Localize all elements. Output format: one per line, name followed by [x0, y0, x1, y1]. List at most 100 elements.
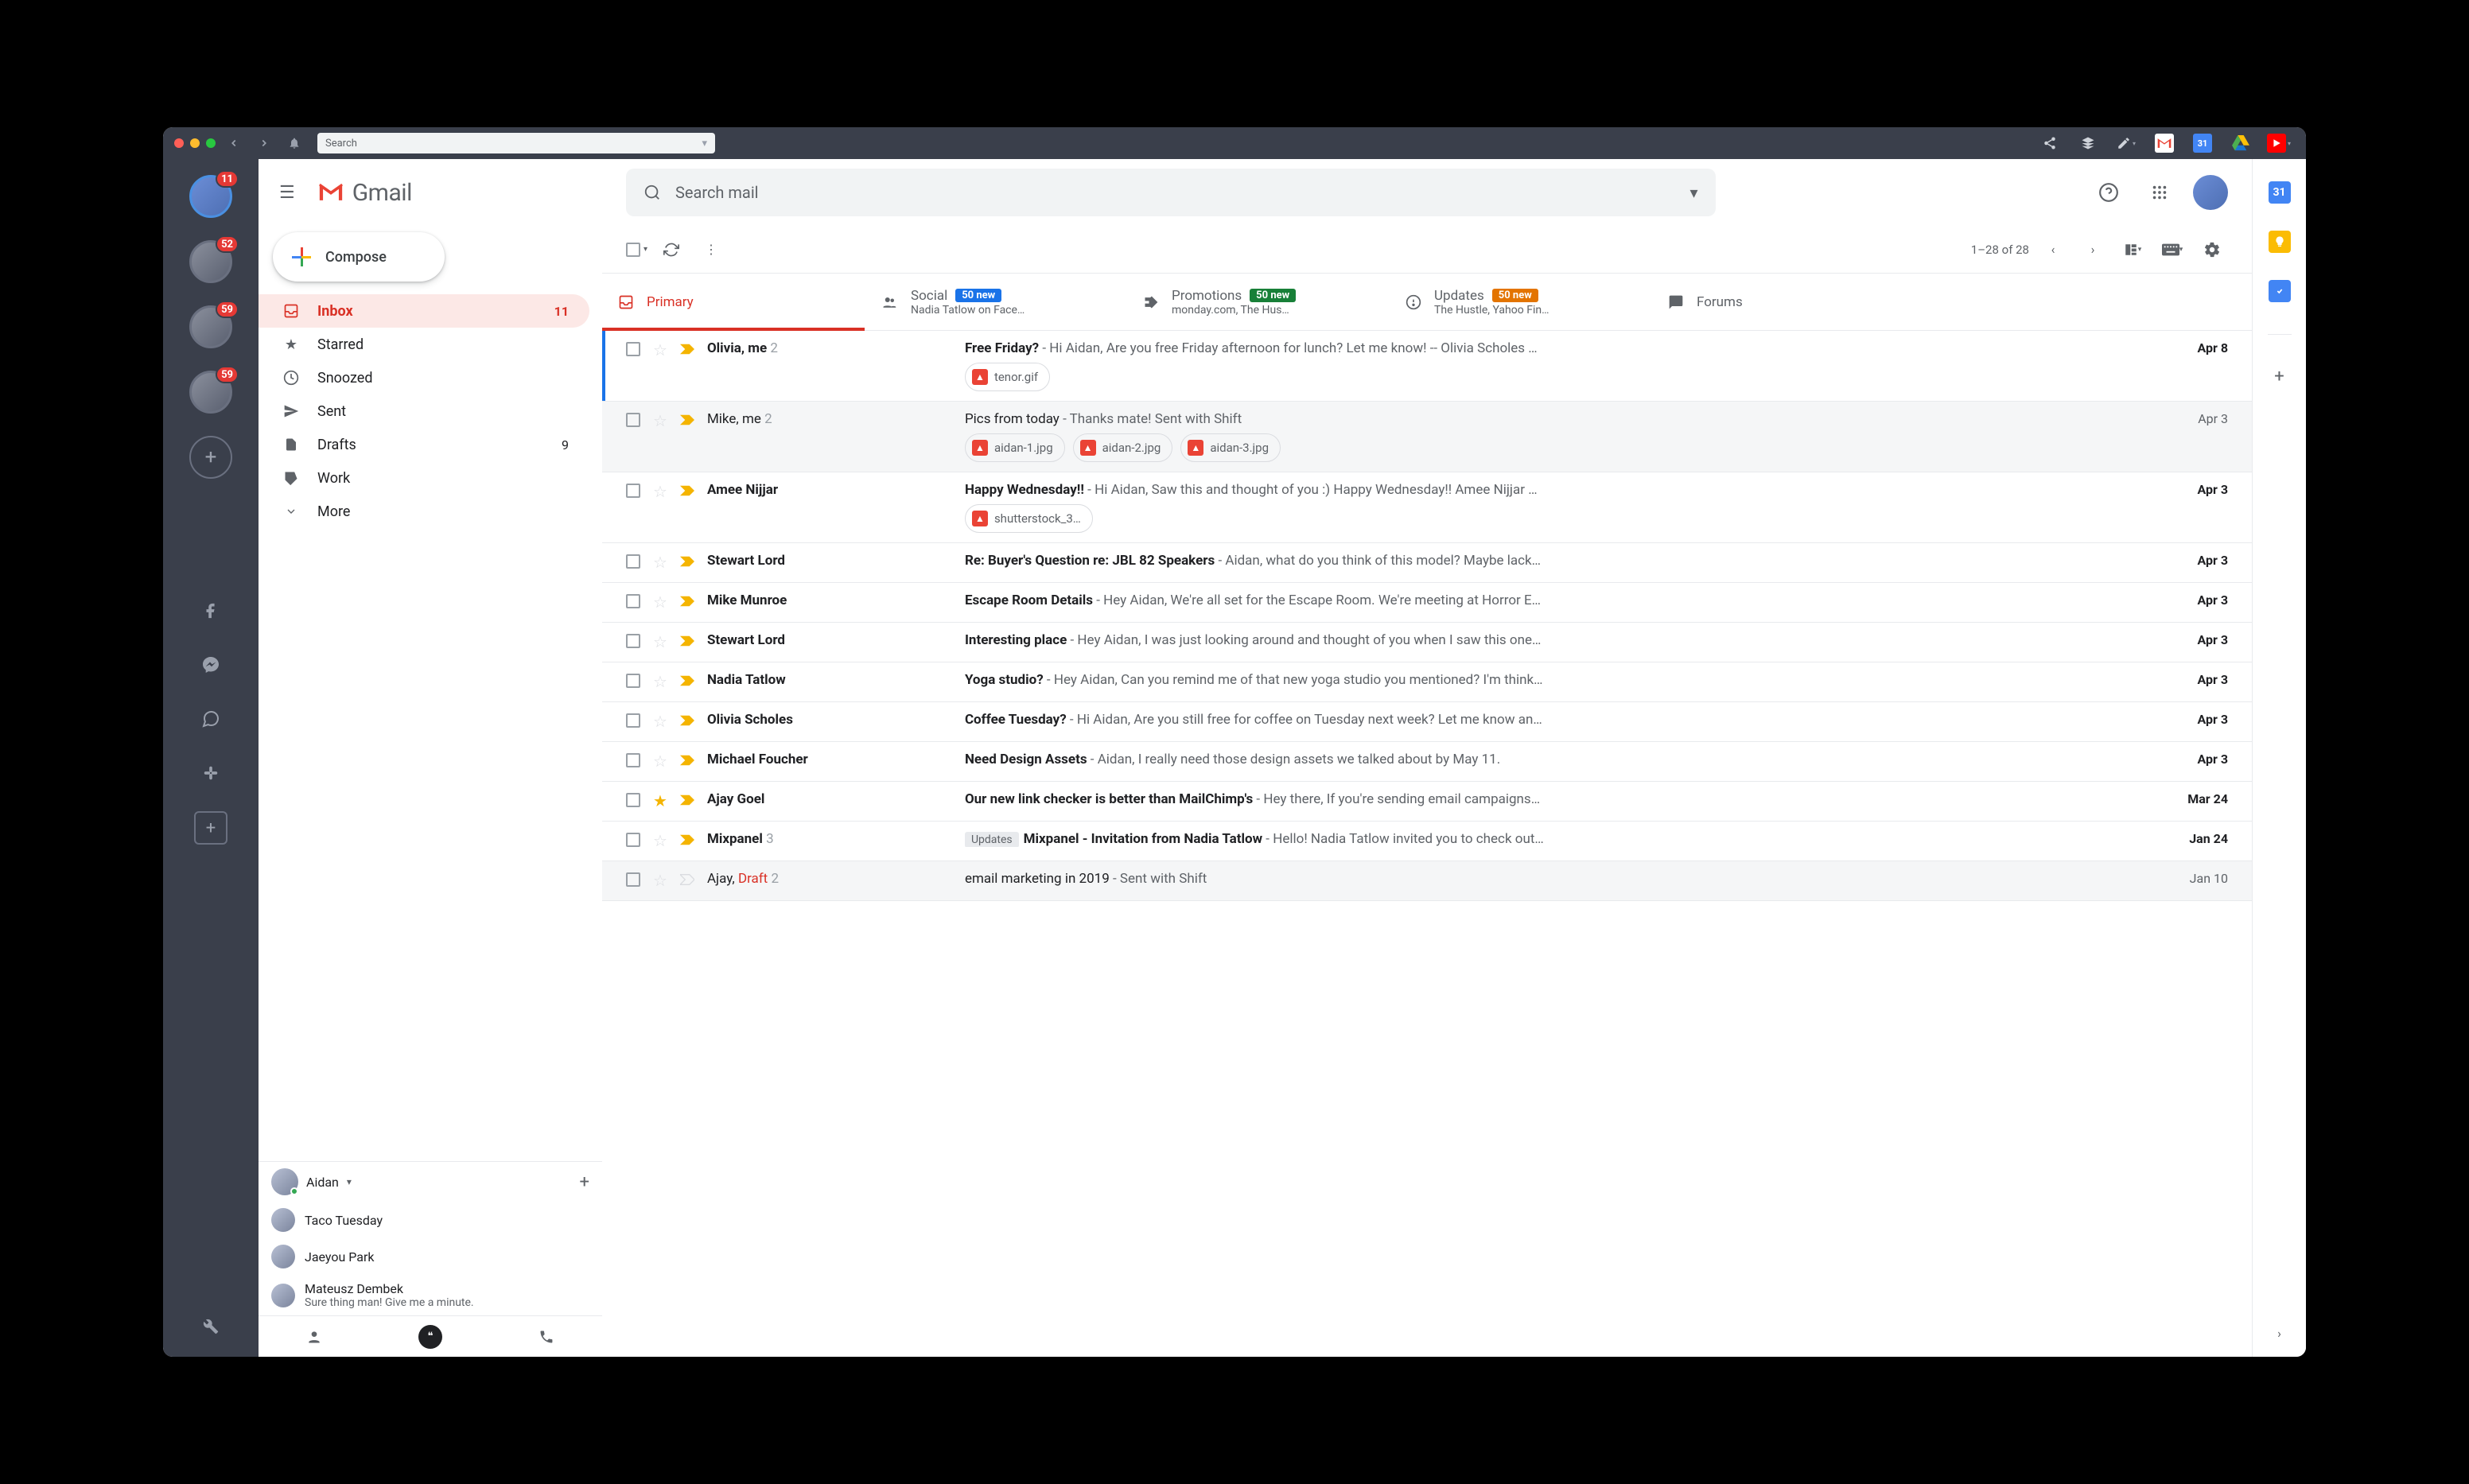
keep-addon-icon[interactable] — [2269, 231, 2291, 253]
minimize-window[interactable] — [190, 138, 200, 148]
attachment-chip[interactable]: ▲aidan-1.jpg — [965, 433, 1065, 462]
nav-snoozed[interactable]: Snoozed — [259, 361, 589, 394]
add-contact-icon[interactable]: + — [580, 1172, 589, 1192]
nav-work[interactable]: Work — [259, 461, 589, 495]
workspace-4[interactable]: 59 — [189, 371, 232, 414]
email-row[interactable]: ☆Stewart LordInteresting place - Hey Aid… — [602, 623, 2252, 662]
tab-social[interactable]: Social 50 newNadia Tatlow on Face… — [865, 274, 1127, 330]
settings-gear-icon[interactable] — [2196, 234, 2228, 266]
star-icon[interactable]: ☆ — [653, 340, 667, 359]
importance-icon[interactable] — [680, 874, 694, 885]
refresh-button[interactable] — [655, 234, 687, 266]
importance-icon[interactable] — [680, 596, 694, 607]
attachment-chip[interactable]: ▲aidan-2.jpg — [1073, 433, 1173, 462]
star-icon[interactable]: ☆ — [653, 411, 667, 430]
importance-icon[interactable] — [680, 755, 694, 766]
star-icon[interactable]: ☆ — [653, 871, 667, 890]
row-checkbox[interactable] — [626, 872, 640, 887]
youtube-app-icon[interactable]: ▾ — [2263, 127, 2295, 159]
nav-drafts[interactable]: Drafts9 — [259, 428, 589, 461]
search-mail-input[interactable]: Search mail ▾ — [626, 169, 1716, 216]
app-search[interactable]: Search ▾ — [317, 133, 715, 153]
workspace-1[interactable]: 11 — [189, 175, 232, 218]
hangouts-contact[interactable]: Jaeyou Park — [259, 1238, 602, 1275]
star-icon[interactable]: ☆ — [653, 482, 667, 501]
expand-panel-icon[interactable]: › — [2277, 1326, 2281, 1341]
nav-forward[interactable] — [252, 132, 276, 154]
row-checkbox[interactable] — [626, 634, 640, 648]
star-icon[interactable]: ☆ — [653, 752, 667, 771]
email-row[interactable]: ☆Mike, me 2Pics from today - Thanks mate… — [602, 402, 2252, 472]
next-page[interactable]: › — [2077, 234, 2109, 266]
row-checkbox[interactable] — [626, 413, 640, 427]
split-pane-icon[interactable]: ▾ — [2117, 234, 2148, 266]
star-icon[interactable]: ☆ — [653, 592, 667, 612]
email-row[interactable]: ☆Stewart LordRe: Buyer's Question re: JB… — [602, 543, 2252, 583]
hangouts-tab-contacts[interactable] — [306, 1329, 322, 1345]
email-row[interactable]: ☆Michael FoucherNeed Design Assets - Aid… — [602, 742, 2252, 782]
hangouts-tab-chat[interactable]: ❝ — [418, 1325, 442, 1349]
workspace-2[interactable]: 52 — [189, 240, 232, 283]
attachment-chip[interactable]: ▲aidan-3.jpg — [1180, 433, 1281, 462]
tab-primary[interactable]: Primary — [602, 274, 865, 330]
drive-app-icon[interactable] — [2225, 127, 2257, 159]
calendar-app-icon[interactable]: 31 — [2187, 127, 2218, 159]
share-icon[interactable] — [2034, 127, 2066, 159]
gmail-app-icon[interactable] — [2148, 127, 2180, 159]
hangouts-tab-phone[interactable] — [539, 1329, 554, 1345]
profile-avatar[interactable] — [2193, 175, 2228, 210]
nav-sent[interactable]: Sent — [259, 394, 589, 428]
apps-grid-icon[interactable] — [2142, 175, 2177, 210]
close-window[interactable] — [174, 138, 184, 148]
row-checkbox[interactable] — [626, 833, 640, 847]
tasks-addon-icon[interactable] — [2269, 280, 2291, 302]
importance-icon[interactable] — [680, 635, 694, 647]
importance-icon[interactable] — [680, 715, 694, 726]
attachment-chip[interactable]: ▲shutterstock_3… — [965, 504, 1093, 533]
attachment-chip[interactable]: ▲tenor.gif — [965, 363, 1050, 391]
layers-icon[interactable] — [2072, 127, 2104, 159]
messenger-icon[interactable] — [195, 649, 227, 681]
email-row[interactable]: ★Ajay GoelOur new link checker is better… — [602, 782, 2252, 822]
importance-icon[interactable] — [680, 556, 694, 567]
notifications-icon[interactable] — [282, 132, 306, 154]
star-icon[interactable]: ☆ — [653, 632, 667, 651]
row-checkbox[interactable] — [626, 793, 640, 807]
maximize-window[interactable] — [206, 138, 216, 148]
importance-icon[interactable] — [680, 414, 694, 425]
row-checkbox[interactable] — [626, 342, 640, 356]
tab-updates[interactable]: Updates 50 newThe Hustle, Yahoo Fin… — [1390, 274, 1652, 330]
search-options-icon[interactable]: ▾ — [1689, 183, 1697, 202]
tab-promotions[interactable]: Promotions 50 newmonday.com, The Hus… — [1127, 274, 1390, 330]
email-row[interactable]: ☆Amee NijjarHappy Wednesday!! - Hi Aidan… — [602, 472, 2252, 543]
row-checkbox[interactable] — [626, 594, 640, 608]
help-icon[interactable] — [2091, 175, 2126, 210]
slack-icon[interactable] — [195, 757, 227, 789]
add-workspace[interactable]: + — [189, 436, 232, 479]
menu-icon[interactable]: ☰ — [273, 177, 301, 209]
select-all[interactable]: ▾ — [626, 243, 647, 257]
hangouts-contact[interactable]: Taco Tuesday — [259, 1202, 602, 1238]
row-checkbox[interactable] — [626, 554, 640, 569]
add-app[interactable]: + — [194, 811, 227, 845]
email-row[interactable]: ☆Mike MunroeEscape Room Details - Hey Ai… — [602, 583, 2252, 623]
hangouts-contact[interactable]: Mateusz DembekSure thing man! Give me a … — [259, 1275, 602, 1315]
row-checkbox[interactable] — [626, 484, 640, 498]
workspace-3[interactable]: 59 — [189, 305, 232, 348]
email-row[interactable]: ☆Nadia TatlowYoga studio? - Hey Aidan, C… — [602, 662, 2252, 702]
star-icon[interactable]: ★ — [653, 791, 667, 810]
importance-icon[interactable] — [680, 834, 694, 845]
tab-forums[interactable]: Forums — [1652, 274, 1915, 330]
importance-icon[interactable] — [680, 344, 694, 355]
star-icon[interactable]: ☆ — [653, 831, 667, 850]
settings-wrench-icon[interactable] — [195, 1311, 227, 1342]
compose-button[interactable]: Compose — [273, 232, 445, 282]
email-row[interactable]: ☆Ajay, Draft 2email marketing in 2019 - … — [602, 861, 2252, 901]
calendar-addon-icon[interactable]: 31 — [2269, 181, 2291, 204]
facebook-icon[interactable] — [195, 595, 227, 627]
gmail-logo[interactable]: Gmail — [317, 179, 412, 207]
nav-inbox[interactable]: Inbox11 — [259, 294, 589, 328]
email-row[interactable]: ☆Mixpanel 3UpdatesMixpanel - Invitation … — [602, 822, 2252, 861]
importance-icon[interactable] — [680, 675, 694, 686]
star-icon[interactable]: ☆ — [653, 712, 667, 731]
